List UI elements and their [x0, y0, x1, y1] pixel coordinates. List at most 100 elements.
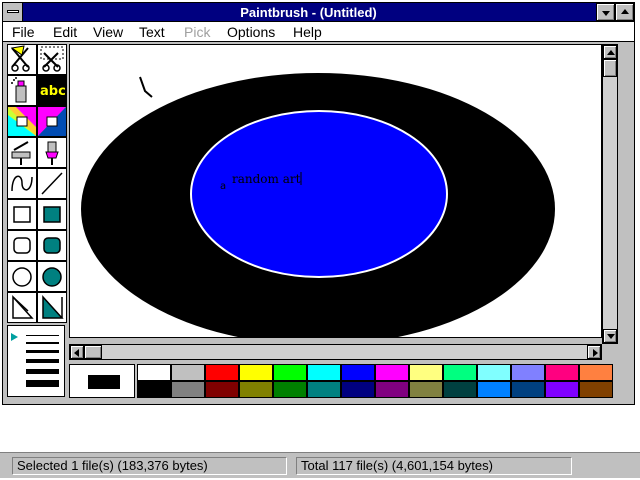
tool-pick[interactable]: [37, 44, 67, 75]
tool-color-eraser[interactable]: [7, 106, 37, 137]
status-selected: Selected 1 file(s) (183,376 bytes): [12, 457, 287, 475]
line-width-6[interactable]: [26, 380, 59, 387]
stray-stroke: [139, 76, 153, 98]
palette-swatch[interactable]: [477, 381, 511, 398]
line-icon: [41, 172, 63, 195]
menu-view[interactable]: View: [93, 23, 123, 41]
scroll-left-button[interactable]: [70, 345, 84, 359]
line-width-2[interactable]: [26, 342, 59, 344]
tool-paint-roller[interactable]: [7, 137, 37, 168]
palette-swatch[interactable]: [545, 364, 579, 381]
tool-brush[interactable]: [37, 137, 67, 168]
menu-edit[interactable]: Edit: [53, 23, 77, 41]
palette-swatch[interactable]: [443, 364, 477, 381]
tool-filled-rounded-box[interactable]: [37, 230, 67, 261]
palette-swatch[interactable]: [171, 381, 205, 398]
scroll-right-button[interactable]: [587, 345, 601, 359]
palette-swatch[interactable]: [511, 381, 545, 398]
tool-text[interactable]: abc: [37, 75, 67, 106]
tool-filled-polygon[interactable]: [37, 292, 67, 323]
rounded-box-icon: [13, 237, 31, 254]
filled-circle-icon: [42, 267, 62, 287]
pick-scissors-icon: [40, 46, 64, 72]
palette-swatch[interactable]: [307, 381, 341, 398]
tool-polygon[interactable]: [7, 292, 37, 323]
palette-swatch[interactable]: [341, 364, 375, 381]
scroll-up-button[interactable]: [603, 45, 617, 59]
palette-swatch[interactable]: [239, 381, 273, 398]
tool-scissors[interactable]: [7, 44, 37, 75]
line-width-4[interactable]: [26, 359, 59, 363]
line-width-5[interactable]: [26, 369, 59, 374]
line-width-selector-icon: [11, 333, 18, 341]
horizontal-scroll-thumb[interactable]: [84, 345, 102, 359]
drawing-canvas[interactable]: a random art: [69, 44, 602, 338]
palette-swatch[interactable]: [307, 364, 341, 381]
filled-rounded-box-icon: [43, 237, 61, 254]
tool-filled-box[interactable]: [37, 199, 67, 230]
palette-swatch[interactable]: [273, 381, 307, 398]
vertical-scroll-thumb[interactable]: [603, 59, 617, 77]
palette-swatch[interactable]: [375, 381, 409, 398]
menu-bar: File Edit View Text Pick Options Help: [2, 22, 635, 42]
tool-curve[interactable]: [7, 168, 37, 199]
palette-swatch[interactable]: [545, 381, 579, 398]
palette-swatch[interactable]: [205, 364, 239, 381]
scroll-down-button[interactable]: [603, 329, 617, 343]
tool-eraser[interactable]: [37, 106, 67, 137]
foreground-color: [88, 375, 120, 389]
system-menu-button[interactable]: [3, 3, 23, 21]
palette-swatch[interactable]: [239, 364, 273, 381]
scroll-left-icon: [74, 349, 79, 357]
horizontal-scrollbar[interactable]: [69, 344, 602, 360]
menu-file[interactable]: File: [12, 23, 35, 41]
eraser-icon: [38, 107, 66, 136]
curve-icon: [11, 175, 33, 192]
palette-swatch[interactable]: [579, 381, 613, 398]
palette-swatch[interactable]: [579, 364, 613, 381]
palette-swatch[interactable]: [205, 381, 239, 398]
palette-swatch[interactable]: [341, 381, 375, 398]
toolbox: abc: [7, 44, 67, 323]
tool-filled-circle[interactable]: [37, 261, 67, 292]
menu-help[interactable]: Help: [293, 23, 322, 41]
line-width-1[interactable]: [26, 335, 59, 336]
tool-box[interactable]: [7, 199, 37, 230]
vertical-scrollbar[interactable]: [602, 44, 618, 344]
palette-swatch[interactable]: [273, 364, 307, 381]
palette-swatch[interactable]: [511, 364, 545, 381]
title-bar: Paintbrush - (Untitled): [2, 2, 635, 22]
box-icon: [13, 206, 31, 223]
menu-text[interactable]: Text: [139, 23, 165, 41]
palette-swatch[interactable]: [409, 364, 443, 381]
airbrush-icon: [11, 77, 27, 103]
window-title: Paintbrush - (Untitled): [240, 5, 377, 20]
palette-swatch[interactable]: [171, 364, 205, 381]
menu-pick: Pick: [184, 24, 211, 40]
maximize-button[interactable]: [615, 3, 634, 21]
polygon-icon: [12, 295, 34, 319]
palette-swatch[interactable]: [375, 364, 409, 381]
line-width-3[interactable]: [26, 350, 59, 353]
tool-rounded-box[interactable]: [7, 230, 37, 261]
text-tool-icon: abc: [40, 84, 66, 99]
scissors-icon: [10, 45, 30, 72]
palette-swatch[interactable]: [443, 381, 477, 398]
color-eraser-icon: [8, 107, 36, 136]
menu-options[interactable]: Options: [227, 23, 275, 41]
tool-circle[interactable]: [7, 261, 37, 292]
filled-box-icon: [43, 206, 61, 223]
stray-char-text: a: [220, 181, 226, 192]
system-menu-icon: [7, 10, 19, 13]
minimize-button[interactable]: [596, 3, 615, 21]
palette-swatch[interactable]: [409, 381, 443, 398]
maximize-icon: [621, 9, 629, 14]
palette-swatch[interactable]: [477, 364, 511, 381]
inner-ellipse: [190, 110, 448, 278]
palette-swatch[interactable]: [137, 364, 171, 381]
tool-line[interactable]: [37, 168, 67, 199]
text-tool-label: abc: [40, 84, 66, 99]
tool-airbrush[interactable]: [7, 75, 37, 106]
status-total: Total 117 file(s) (4,601,154 bytes): [296, 457, 572, 475]
palette-swatch[interactable]: [137, 381, 171, 398]
